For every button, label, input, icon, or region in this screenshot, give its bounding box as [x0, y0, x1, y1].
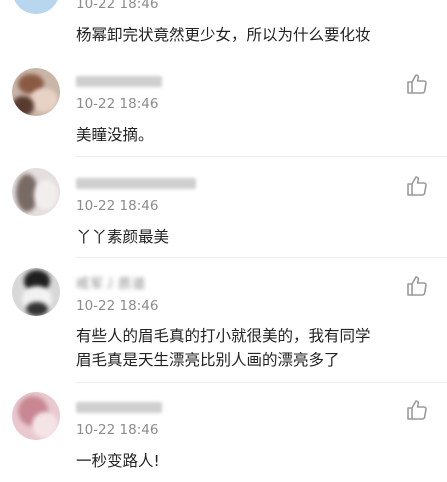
divider: [76, 382, 447, 383]
avatar[interactable]: [12, 268, 60, 316]
comment-time: 10-22 18:46: [76, 0, 159, 12]
thumbs-up-icon[interactable]: [405, 274, 429, 298]
username-blurred[interactable]: [76, 178, 196, 189]
comment-text-line1: 有些人的眉毛真的打小就很美的，我有同学: [76, 327, 371, 345]
divider: [76, 257, 447, 258]
comment-text: 一秒变路人!: [76, 452, 160, 470]
avatar[interactable]: [12, 168, 60, 216]
comment-text: 杨幂卸完状竟然更少女，所以为什么要化妆: [76, 26, 371, 44]
comment-text: 美瞳没摘。: [76, 126, 154, 144]
comment-text-line2: 眉毛真是天生漂亮比别人画的漂亮多了: [76, 351, 340, 369]
avatar[interactable]: [12, 68, 60, 116]
thumbs-up-icon[interactable]: [405, 72, 429, 96]
comment-time: 10-22 18:46: [76, 96, 159, 112]
avatar[interactable]: [12, 0, 60, 14]
thumbs-up-icon[interactable]: [405, 398, 429, 422]
comment-item: 10-22 18:46 美瞳没摘。: [0, 66, 447, 156]
username-blurred[interactable]: 戒军丿质道: [76, 273, 146, 292]
comment-item: 10-22 18:46 丫丫素颜最美: [0, 166, 447, 256]
comment-time: 10-22 18:46: [76, 422, 159, 438]
avatar[interactable]: [12, 392, 60, 440]
comment-text: 丫丫素颜最美: [76, 228, 170, 246]
divider: [76, 156, 447, 157]
username-blurred[interactable]: [76, 76, 162, 87]
thumbs-up-icon[interactable]: [405, 174, 429, 198]
comment-time: 10-22 18:46: [76, 298, 159, 314]
comment-time: 10-22 18:46: [76, 198, 159, 214]
username-blurred[interactable]: [76, 402, 162, 413]
comment-item: 10-22 18:46 一秒变路人!: [0, 390, 447, 482]
comment-item: 10-22 18:46 杨幂卸完状竟然更少女，所以为什么要化妆: [0, 0, 447, 60]
comment-item: 戒军丿质道 10-22 18:46 有些人的眉毛真的打小就很美的，我有同学 眉毛…: [0, 266, 447, 381]
